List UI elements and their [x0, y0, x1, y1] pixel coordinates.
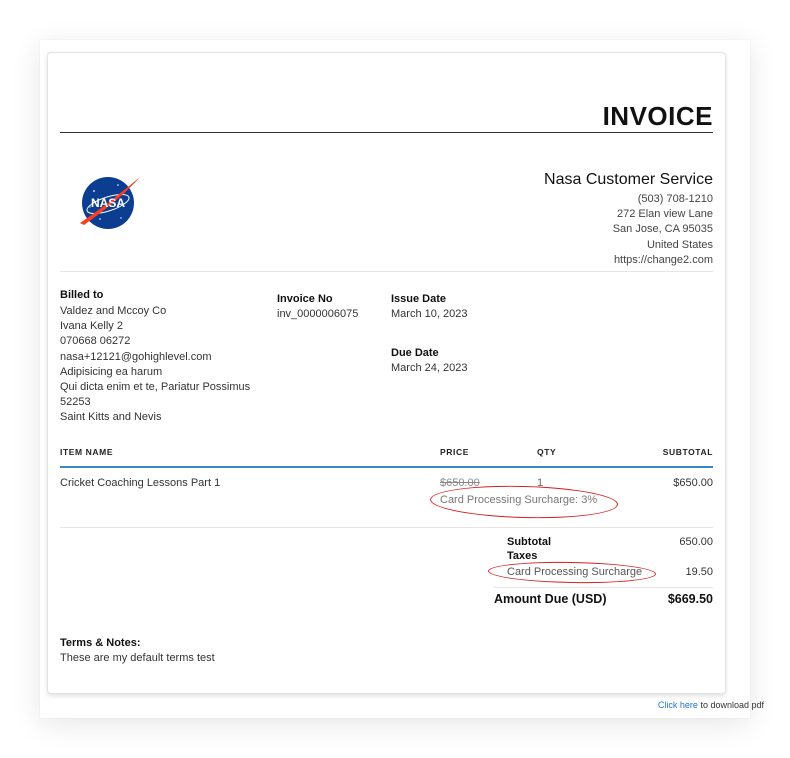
subtotal-value: 650.00	[679, 536, 713, 548]
nasa-logo: NASA	[80, 177, 140, 229]
company-street: 272 Elan view Lane	[616, 208, 713, 221]
line-item-subtotal: $650.00	[673, 477, 713, 489]
col-header-subtotal: SUBTOTAL	[662, 447, 713, 457]
amount-due-value: $669.50	[667, 592, 713, 606]
due-date-value: March 24, 2023	[391, 362, 468, 374]
terms-notes: Terms & Notes: These are my default term…	[60, 637, 215, 666]
download-pdf-suffix: to download pdf	[697, 700, 764, 710]
company-country: United States	[646, 238, 713, 251]
invoice-no-value: inv_0000006075	[277, 308, 359, 320]
issue-date-value: March 10, 2023	[391, 308, 468, 320]
title-divider	[60, 132, 713, 133]
items-divider	[60, 527, 713, 528]
billed-to-line: Ivana Kelly 2	[60, 320, 123, 333]
col-header-price: PRICE	[440, 447, 469, 457]
company-phone: (503) 708-1210	[637, 193, 713, 205]
billed-to-line: nasa+12121@gohighlevel.com	[60, 350, 212, 363]
billed-to-line: Qui dicta enim et te, Pariatur Possimus	[60, 381, 251, 394]
invoice-number: Invoice No inv_0000006075	[277, 293, 358, 322]
download-pdf-link[interactable]: Click here	[658, 700, 698, 710]
terms-label: Terms & Notes:	[60, 637, 141, 649]
issue-date-label: Issue Date	[391, 293, 447, 305]
terms-text: These are my default terms test	[60, 652, 215, 664]
logo-text: NASA	[91, 196, 125, 210]
col-header-item: ITEM NAME	[60, 447, 114, 457]
line-item-name: Cricket Coaching Lessons Part 1	[60, 477, 221, 489]
invoice-no-label: Invoice No	[277, 293, 333, 305]
header-divider	[60, 271, 713, 272]
download-pdf-footer: Click here to download pdf	[658, 700, 764, 710]
issue-date: Issue Date March 10, 2023	[391, 293, 467, 322]
due-date-label: Due Date	[391, 347, 439, 359]
company-name: Nasa Customer Service	[544, 171, 713, 188]
billed-to-line: 070668 06272	[60, 335, 131, 348]
due-date: Due Date March 24, 2023	[391, 347, 467, 376]
billed-to-line: Valdez and Mccoy Co	[60, 305, 167, 317]
billed-to-label: Billed to	[60, 289, 104, 301]
amount-due-label: Amount Due (USD)	[494, 592, 607, 606]
subtotal-label: Subtotal	[507, 536, 551, 548]
annotation-oval-surcharge-note	[429, 483, 619, 521]
company-city: San Jose, CA 95035	[612, 223, 713, 236]
company-website: https://change2.com	[613, 253, 713, 266]
company-info: Nasa Customer Service (503) 708-1210 272…	[544, 171, 713, 268]
taxes-label: Taxes	[507, 550, 538, 562]
billed-to-line: Saint Kitts and Nevis	[60, 411, 162, 424]
invoice-title: INVOICE	[602, 101, 713, 131]
table-header-rule	[60, 466, 713, 468]
surcharge-value: 19.50	[685, 566, 713, 578]
billed-to: Billed to Valdez and Mccoy Co Ivana Kell…	[60, 289, 250, 426]
billed-to-line: Adipisicing ea harum	[60, 365, 163, 378]
totals-divider	[494, 587, 713, 588]
invoice-card: INVOICE NASA Nasa Customer Service (503)…	[47, 52, 726, 694]
col-header-qty: QTY	[537, 447, 557, 457]
billed-to-line: 52253	[60, 396, 91, 409]
